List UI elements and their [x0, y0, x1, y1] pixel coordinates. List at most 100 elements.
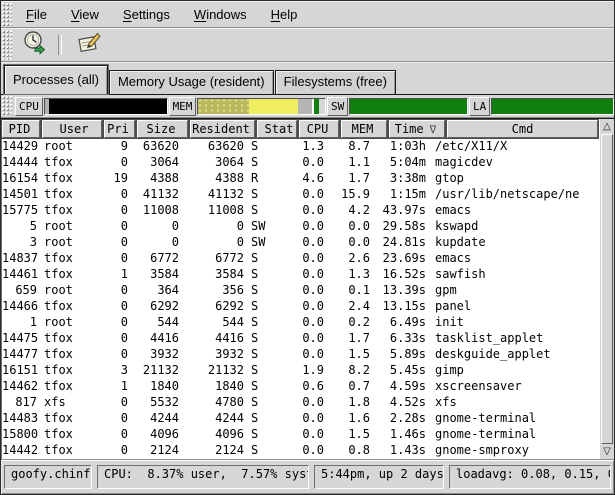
cell-size: 364	[131, 283, 182, 299]
summary-grip-handle[interactable]	[2, 96, 12, 116]
cell-cpu: 0.0	[287, 155, 327, 171]
cell-resident: 3584	[182, 267, 247, 283]
tab-memory-usage-resident[interactable]: Memory Usage (resident)	[109, 70, 274, 94]
cell-pri: 0	[100, 299, 131, 315]
clock-refresh-icon	[22, 30, 48, 61]
cell-time: 5.45s	[373, 363, 429, 379]
process-row[interactable]: 14429root96362063620S1.38.71:03h/etc/X11…	[2, 139, 599, 155]
cell-size: 1840	[131, 379, 182, 395]
cell-cpu: 0.0	[287, 347, 327, 363]
summary-bars: CPU MEM SW LA	[14, 97, 614, 116]
cell-pri: 3	[100, 363, 131, 379]
menu-settings[interactable]: Settings	[111, 4, 182, 25]
cell-mem: 2.6	[327, 251, 373, 267]
cell-mem: 4.2	[327, 203, 373, 219]
process-row[interactable]: 15775tfox01100811008S0.04.243.97semacs	[2, 203, 599, 219]
column-header-cpu[interactable]: CPU	[299, 120, 339, 138]
cell-cmd: gnome-terminal	[429, 411, 599, 427]
process-row[interactable]: 14444tfox030643064S0.01.15:04mmagicdev	[2, 155, 599, 171]
cell-stat: S	[247, 347, 287, 363]
cell-mem: 1.5	[327, 427, 373, 443]
process-row[interactable]: 14475tfox044164416S0.01.76.33stasklist_a…	[2, 331, 599, 347]
process-row[interactable]: 14462tfox118401840S0.60.74.59sxscreensav…	[2, 379, 599, 395]
cell-cpu: 0.0	[287, 251, 327, 267]
cell-pid: 14837	[2, 251, 40, 267]
process-row[interactable]: 16151tfox32113221132S1.98.25.45sgimp	[2, 363, 599, 379]
edit-fields-button[interactable]	[72, 30, 106, 60]
cell-time: 1.43s	[373, 443, 429, 459]
scrollbar-thumb[interactable]	[601, 134, 613, 444]
cell-mem: 1.3	[327, 267, 373, 283]
tab-processes-all[interactable]: Processes (all)	[4, 65, 108, 94]
menu-bar-grip-handle[interactable]	[2, 3, 12, 26]
cell-time: 6.33s	[373, 331, 429, 347]
process-row[interactable]: 15800tfox040964096S0.01.51.46sgnome-term…	[2, 427, 599, 443]
menu-windows[interactable]: Windows	[182, 4, 259, 25]
la-label-button[interactable]: LA	[469, 97, 490, 116]
cell-stat: S	[247, 299, 287, 315]
process-row[interactable]: 16154tfox1943884388R4.61.73:38mgtop	[2, 171, 599, 187]
column-header-pri[interactable]: Pri	[104, 120, 135, 138]
column-header-cmd[interactable]: Cmd	[447, 120, 598, 138]
column-header-user[interactable]: User	[42, 120, 102, 138]
cell-pri: 0	[100, 347, 131, 363]
column-header-pid[interactable]: PID	[2, 120, 40, 138]
cell-resident: 6292	[182, 299, 247, 315]
cpu-label-button[interactable]: CPU	[15, 97, 43, 116]
cell-pri: 19	[100, 171, 131, 187]
cell-pid: 14461	[2, 267, 40, 283]
scroll-down-icon[interactable]: ▽	[600, 444, 614, 459]
column-header-resident[interactable]: Resident	[190, 120, 255, 138]
cell-pid: 817	[2, 395, 40, 411]
tab-filesystems-free[interactable]: Filesystems (free)	[275, 70, 396, 94]
cell-size: 3932	[131, 347, 182, 363]
mem-label-button[interactable]: MEM	[169, 97, 197, 116]
cell-pri: 0	[100, 315, 131, 331]
process-row[interactable]: 659root0364356S0.00.113.39sgpm	[2, 283, 599, 299]
column-header-time[interactable]: Time∇	[389, 120, 445, 138]
menu-file[interactable]: File	[14, 4, 59, 25]
cell-cmd: emacs	[429, 251, 599, 267]
refresh-interval-button[interactable]	[18, 30, 52, 60]
cell-cpu: 0.0	[287, 283, 327, 299]
cell-size: 3064	[131, 155, 182, 171]
process-row[interactable]: 14477tfox039323932S0.01.55.89sdeskguide_…	[2, 347, 599, 363]
toolbar-grip-handle[interactable]	[2, 30, 12, 60]
cell-size: 2124	[131, 443, 182, 459]
cell-size: 21132	[131, 363, 182, 379]
cell-pid: 16154	[2, 171, 40, 187]
cell-user: root	[40, 283, 100, 299]
process-row[interactable]: 817xfs055324780S0.01.84.52sxfs	[2, 395, 599, 411]
process-row[interactable]: 1root0544544S0.00.26.49sinit	[2, 315, 599, 331]
vertical-scrollbar[interactable]: △ ▽	[599, 119, 614, 459]
process-row[interactable]: 14461tfox135843584S0.01.316.52ssawfish	[2, 267, 599, 283]
process-row[interactable]: 14466tfox062926292S0.02.413.15spanel	[2, 299, 599, 315]
cell-cpu: 0.0	[287, 443, 327, 459]
process-row[interactable]: 5root000SW0.00.029.58skswapd	[2, 219, 599, 235]
column-header-mem[interactable]: MEM	[341, 120, 387, 138]
scroll-up-icon[interactable]: △	[600, 119, 614, 134]
process-row[interactable]: 14501tfox04113241132S0.015.91:15m/usr/li…	[2, 187, 599, 203]
cell-mem: 0.7	[327, 379, 373, 395]
menu-help[interactable]: Help	[259, 4, 310, 25]
cell-time: 13.15s	[373, 299, 429, 315]
cell-pid: 15800	[2, 427, 40, 443]
cell-pid: 16151	[2, 363, 40, 379]
process-row[interactable]: 14837tfox067726772S0.02.623.69semacs	[2, 251, 599, 267]
process-row[interactable]: 3root000SW0.00.024.81skupdate	[2, 235, 599, 251]
mem-bar-segment	[249, 99, 298, 114]
cell-pri: 0	[100, 395, 131, 411]
column-header-stat[interactable]: Stat	[257, 120, 297, 138]
process-row[interactable]: 14442tfox021242124S0.00.81.43sgnome-smpr…	[2, 443, 599, 459]
cell-size: 11008	[131, 203, 182, 219]
cell-time: 16.52s	[373, 267, 429, 283]
process-row[interactable]: 14483tfox042444244S0.01.62.28sgnome-term…	[2, 411, 599, 427]
table-body: 14429root96362063620S1.38.71:03h/etc/X11…	[1, 139, 599, 459]
menu-view[interactable]: View	[59, 4, 111, 25]
menu-bar-items: FileViewSettingsWindowsHelp	[14, 4, 309, 25]
cell-pri: 0	[100, 411, 131, 427]
sw-label-button[interactable]: SW	[327, 97, 348, 116]
cell-user: tfox	[40, 427, 100, 443]
column-header-size[interactable]: Size	[137, 120, 188, 138]
cell-pid: 3	[2, 235, 40, 251]
